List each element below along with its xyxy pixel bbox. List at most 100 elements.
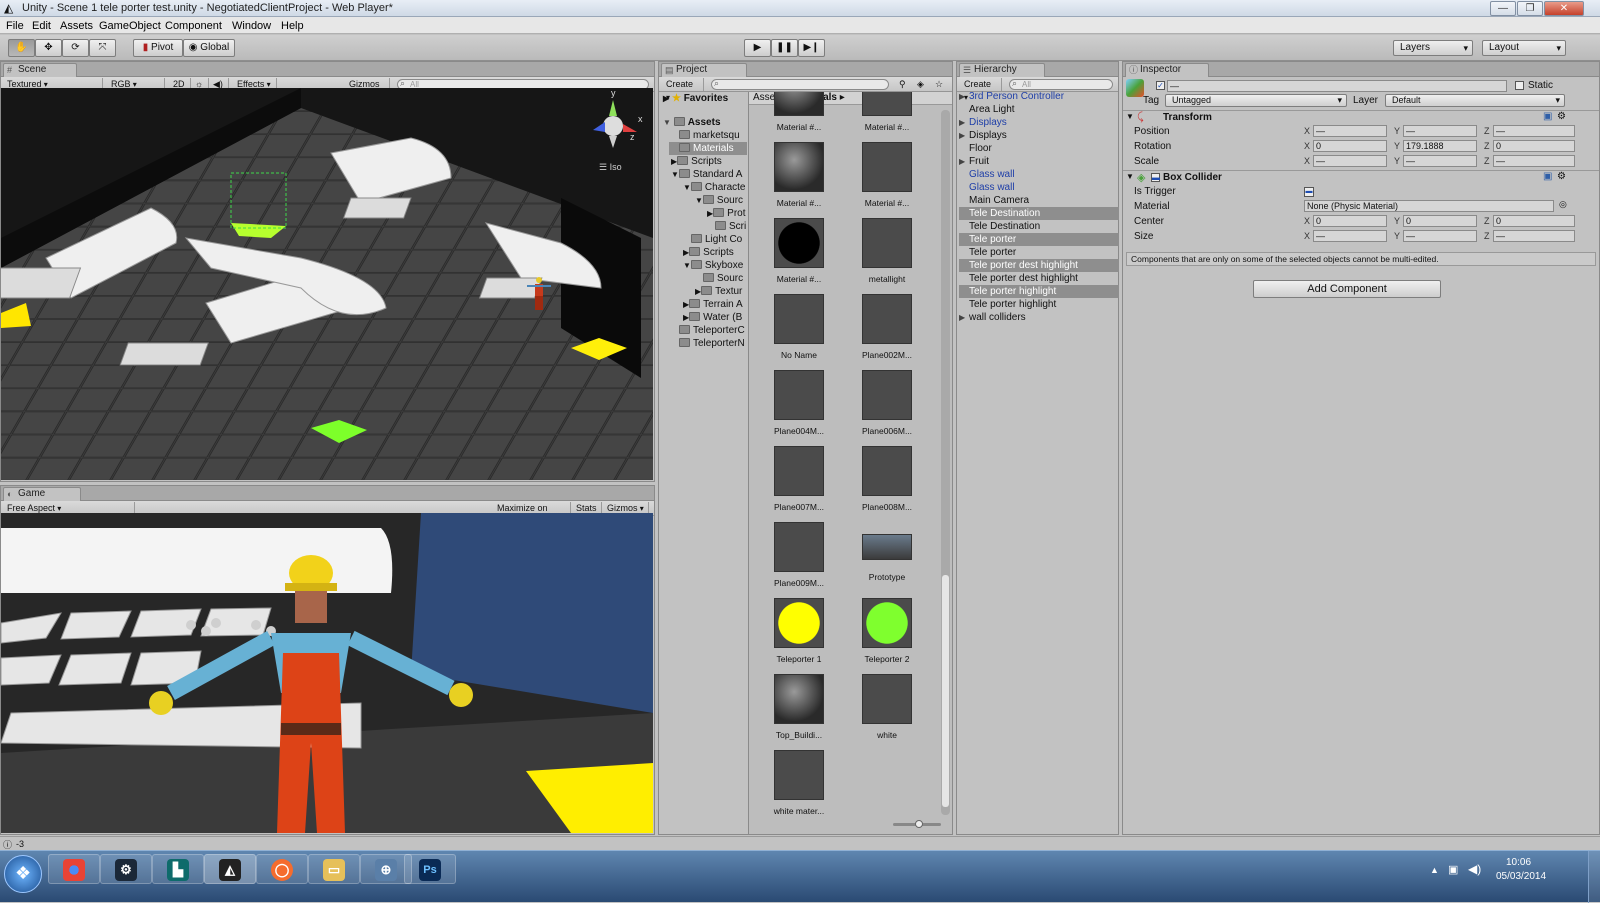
menu-file[interactable]: File <box>6 20 24 32</box>
taskbar-origin[interactable]: ◯ <box>256 854 308 884</box>
static-checkbox[interactable] <box>1515 81 1524 90</box>
tab-hierarchy[interactable]: ☰ Hierarchy <box>959 63 1045 77</box>
favorite-star-icon[interactable]: ☆ <box>931 78 947 91</box>
material-item[interactable]: Top_Buildi... <box>759 674 839 740</box>
size-z-field[interactable]: — <box>1493 230 1575 242</box>
layout-dropdown[interactable]: Layout <box>1482 40 1566 56</box>
transform-header[interactable]: ▼ ⤹ Transform ▣ ⚙ <box>1123 110 1599 124</box>
layers-dropdown[interactable]: Layers <box>1393 40 1473 56</box>
menu-component[interactable]: Component <box>165 20 222 32</box>
position-x-field[interactable]: — <box>1313 125 1387 137</box>
tree-item[interactable]: Light Co <box>691 233 742 246</box>
material-item[interactable]: Teleporter 1 <box>759 598 839 664</box>
material-item[interactable]: Plane007M... <box>759 446 839 512</box>
tree-item[interactable]: TeleporterN <box>679 337 745 350</box>
scene-viewport[interactable]: y x z ☰ Iso <box>1 88 653 480</box>
component-settings-gear-icon[interactable]: ⚙ <box>1557 111 1566 122</box>
material-item[interactable]: Teleporter 2 <box>847 598 927 664</box>
thumbnail-size-slider[interactable] <box>893 820 941 828</box>
minimize-button[interactable]: — <box>1490 1 1516 16</box>
tree-item[interactable]: ▶ Textur <box>695 285 742 298</box>
hierarchy-item[interactable]: Glass wall <box>959 181 1119 194</box>
filter-type-icon[interactable]: ⚲ <box>895 78 911 91</box>
menu-gameobject[interactable]: GameObject <box>99 20 161 32</box>
move-tool-icon[interactable]: ✥ <box>35 39 62 57</box>
material-item[interactable]: metallight <box>847 218 927 284</box>
iso-label[interactable]: ☰ Iso <box>599 162 622 173</box>
position-z-field[interactable]: — <box>1493 125 1575 137</box>
menu-edit[interactable]: Edit <box>32 20 51 32</box>
asset-scrollbar-thumb[interactable] <box>942 575 949 807</box>
position-y-field[interactable]: — <box>1403 125 1477 137</box>
pause-button[interactable]: ❚❚ <box>771 39 798 57</box>
slider-knob[interactable] <box>915 820 923 828</box>
is-trigger-checkbox[interactable]: ▬ <box>1304 187 1314 197</box>
size-x-field[interactable]: — <box>1313 230 1387 242</box>
close-button[interactable]: ✕ <box>1544 1 1584 16</box>
taskbar-unity[interactable]: ◭ <box>204 854 256 884</box>
tree-item[interactable]: ▶ Prot <box>707 207 746 220</box>
hierarchy-item[interactable]: Tele porter dest highlight <box>959 259 1119 272</box>
gameobject-name-field[interactable]: — <box>1167 80 1507 92</box>
clock-date[interactable]: 05/03/2014 <box>1496 871 1546 882</box>
material-item[interactable]: Material #... <box>759 218 839 284</box>
box-collider-header[interactable]: ▼ ◈ ▬ Box Collider ▣ ⚙ <box>1123 170 1599 184</box>
tree-item[interactable]: Sourc <box>703 272 743 285</box>
material-item[interactable]: white <box>847 674 927 740</box>
material-item[interactable]: Plane004M... <box>759 370 839 436</box>
tag-dropdown[interactable]: Untagged <box>1165 94 1347 107</box>
tree-item[interactable]: ▶ Water (B <box>683 311 742 324</box>
material-item[interactable]: Material #... <box>759 92 839 132</box>
play-button[interactable]: ▶ <box>744 39 771 57</box>
material-item[interactable]: Prototype <box>847 522 927 582</box>
material-item[interactable]: No Name <box>759 294 839 360</box>
menu-help[interactable]: Help <box>281 20 304 32</box>
scale-tool-icon[interactable]: ⤧ <box>89 39 116 57</box>
tree-item[interactable]: ▼ Sourc <box>695 194 743 207</box>
help-book-icon[interactable]: ▣ <box>1543 111 1552 122</box>
material-item[interactable]: Plane006M... <box>847 370 927 436</box>
layer-dropdown[interactable]: Default <box>1385 94 1565 107</box>
tree-item[interactable]: ▶ Scripts <box>671 155 722 168</box>
tree-item-materials[interactable]: Materials <box>669 142 747 155</box>
menu-window[interactable]: Window <box>232 20 271 32</box>
start-button[interactable]: ❖ <box>4 855 42 893</box>
taskbar-steam[interactable]: ⚙ <box>100 854 152 884</box>
step-button[interactable]: ▶❙ <box>798 39 825 57</box>
hierarchy-item[interactable]: Main Camera <box>959 194 1119 207</box>
hierarchy-item[interactable]: Tele porter highlight <box>959 298 1119 311</box>
tree-item[interactable]: ▼ Skyboxe <box>683 259 743 272</box>
expand-arrow-icon[interactable]: ▶ <box>959 155 965 168</box>
game-viewport[interactable] <box>1 513 653 833</box>
material-item[interactable]: Material #... <box>759 142 839 208</box>
global-toggle[interactable]: ◉ Global <box>183 39 235 57</box>
tree-item[interactable]: Scri <box>715 220 746 233</box>
pivot-toggle[interactable]: ▮ Pivot <box>133 39 183 57</box>
expand-arrow-icon[interactable]: ▶ <box>959 311 965 324</box>
hierarchy-item[interactable]: ▶ Displays <box>959 129 1119 142</box>
scale-y-field[interactable]: — <box>1403 155 1477 167</box>
material-item[interactable]: Material #... <box>847 142 927 208</box>
center-y-field[interactable]: 0 <box>1403 215 1477 227</box>
active-checkbox[interactable]: ✓ <box>1156 81 1165 90</box>
center-z-field[interactable]: 0 <box>1493 215 1575 227</box>
material-item[interactable]: white mater... <box>759 750 839 816</box>
hierarchy-item[interactable]: Tele porter <box>959 233 1119 246</box>
scale-z-field[interactable]: — <box>1493 155 1575 167</box>
hierarchy-item[interactable]: Tele porter highlight <box>959 285 1119 298</box>
hierarchy-item[interactable]: Area Light <box>959 103 1119 116</box>
expand-arrow-icon[interactable]: ▶ <box>959 90 965 103</box>
hierarchy-item[interactable]: ▶ Fruit <box>959 155 1119 168</box>
hierarchy-item[interactable]: ▶ 3rd Person Controller <box>959 90 1119 103</box>
material-item[interactable]: Plane009M... <box>759 522 839 588</box>
material-item[interactable]: Material #... <box>847 92 927 132</box>
hand-tool-icon[interactable]: ✋ <box>8 39 35 57</box>
physic-material-field[interactable]: None (Physic Material) <box>1304 200 1554 212</box>
hierarchy-item[interactable]: Floor <box>959 142 1119 155</box>
tray-expand-icon[interactable]: ▲ <box>1430 865 1439 875</box>
scale-x-field[interactable]: — <box>1313 155 1387 167</box>
collider-enabled-checkbox[interactable]: ▬ <box>1151 173 1160 182</box>
tree-item[interactable]: ▶ Terrain A <box>683 298 743 311</box>
hierarchy-item[interactable]: Tele Destination <box>959 220 1119 233</box>
taskbar-3dsmax[interactable]: ▙ <box>152 854 204 884</box>
